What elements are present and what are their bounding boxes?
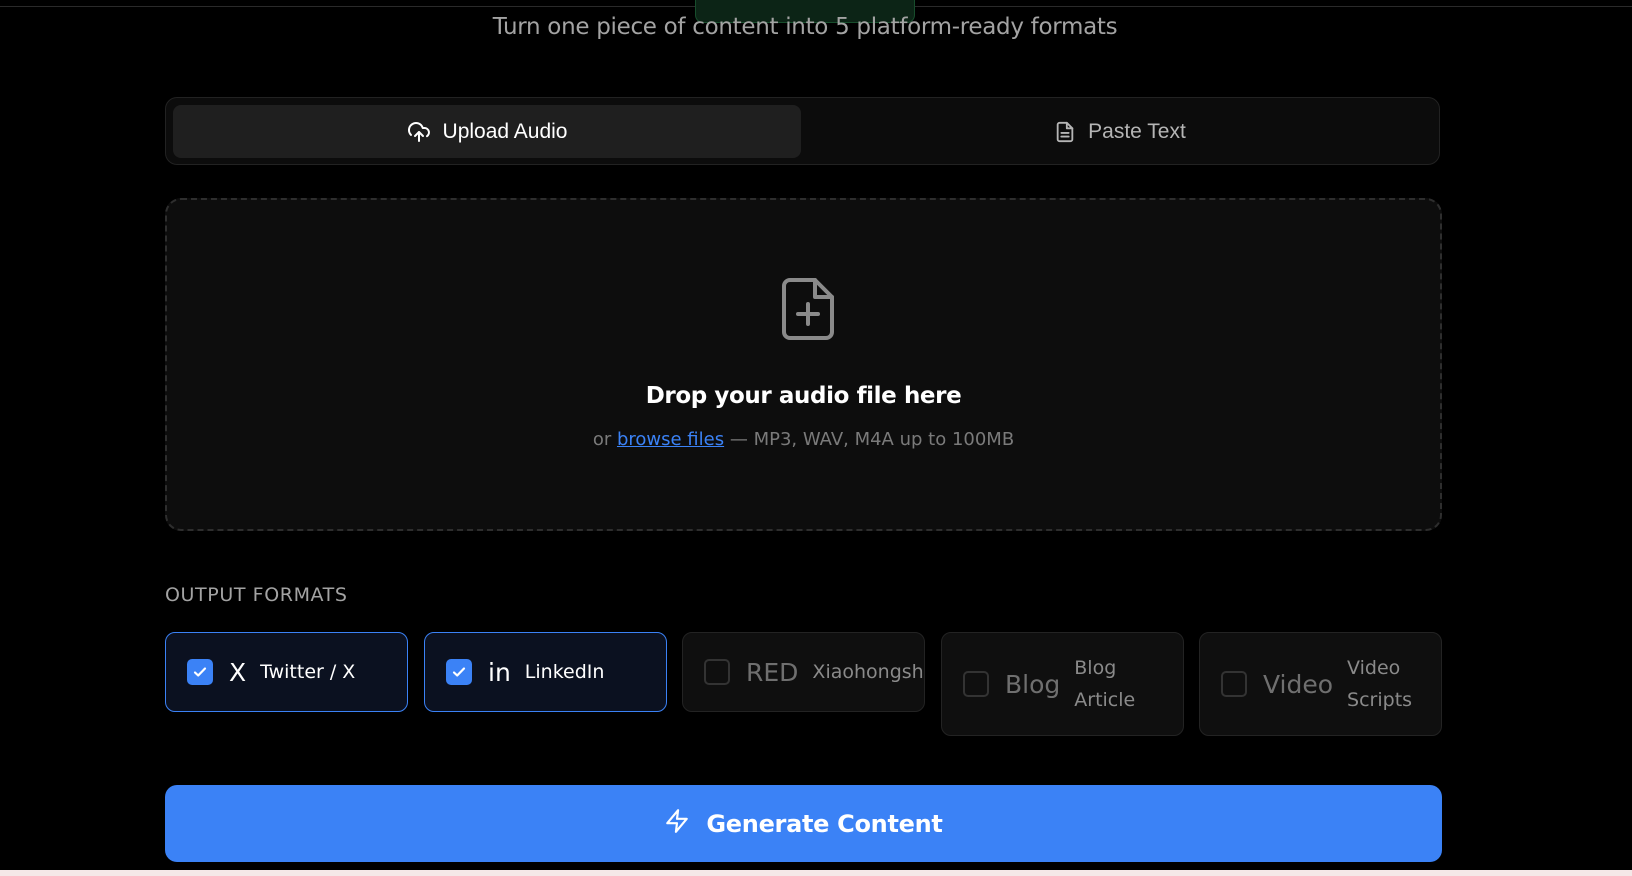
page-subtitle: Turn one piece of content into 5 platfor… (492, 14, 1118, 40)
upload-cloud-icon (407, 120, 431, 144)
checkbox-blog[interactable] (963, 671, 989, 697)
bottom-edge (0, 870, 1632, 876)
format-label-blog-line1: Blog (1074, 657, 1117, 679)
dropzone-hint-suffix: — MP3, WAV, M4A up to 100MB (729, 429, 1015, 450)
check-icon (193, 667, 207, 677)
document-icon (1054, 121, 1076, 143)
format-option-twitter[interactable]: X Twitter / X (165, 632, 408, 712)
lightning-icon (664, 808, 690, 840)
linkedin-icon: in (488, 657, 511, 687)
dropzone-hint: or browse files — MP3, WAV, M4A up to 10… (167, 429, 1440, 450)
format-label-blog-line2: Article (1074, 689, 1136, 711)
twitter-x-icon: X (229, 657, 247, 687)
checkbox-xiaohongshu[interactable] (704, 659, 730, 685)
format-label-video-line2: Scripts (1347, 689, 1413, 711)
dropzone-hint-prefix: or (592, 429, 612, 450)
input-mode-tabs: Upload Audio Paste Text (165, 97, 1440, 165)
format-label-video: Video Scripts (1347, 652, 1412, 716)
page: Turn one piece of content into 5 platfor… (0, 0, 1632, 876)
generate-content-label: Generate Content (706, 809, 943, 838)
red-icon: RED (746, 657, 799, 687)
check-icon (452, 667, 466, 677)
format-label-video-line1: Video (1347, 657, 1401, 679)
format-label-xiaohongshu: Xiaohongshu (812, 661, 925, 683)
browse-files-link[interactable]: browse files (617, 429, 724, 450)
generate-content-button[interactable]: Generate Content (165, 785, 1442, 862)
format-option-video[interactable]: Video Video Scripts (1199, 632, 1442, 736)
format-option-blog[interactable]: Blog Blog Article (941, 632, 1184, 736)
format-label-linkedin: LinkedIn (524, 661, 605, 683)
checkbox-twitter[interactable] (187, 659, 213, 685)
video-icon: Video (1263, 669, 1334, 699)
tab-paste-text-label: Paste Text (1088, 119, 1186, 143)
checkbox-video[interactable] (1221, 671, 1247, 697)
format-option-linkedin[interactable]: in LinkedIn (424, 632, 667, 712)
output-formats-heading: OUTPUT FORMATS (165, 584, 348, 606)
audio-dropzone[interactable]: Drop your audio file here or browse file… (165, 198, 1442, 531)
tab-upload-audio[interactable]: Upload Audio (173, 105, 801, 158)
blog-icon: Blog (1005, 669, 1061, 699)
format-label-twitter: Twitter / X (260, 661, 356, 683)
format-label-blog: Blog Article (1074, 652, 1135, 716)
checkbox-linkedin[interactable] (446, 659, 472, 685)
tab-paste-text[interactable]: Paste Text (806, 105, 1434, 158)
tab-upload-audio-label: Upload Audio (442, 119, 568, 143)
dropzone-title: Drop your audio file here (645, 383, 962, 409)
format-option-xiaohongshu[interactable]: RED Xiaohongshu (682, 632, 925, 712)
file-plus-icon (781, 277, 835, 346)
